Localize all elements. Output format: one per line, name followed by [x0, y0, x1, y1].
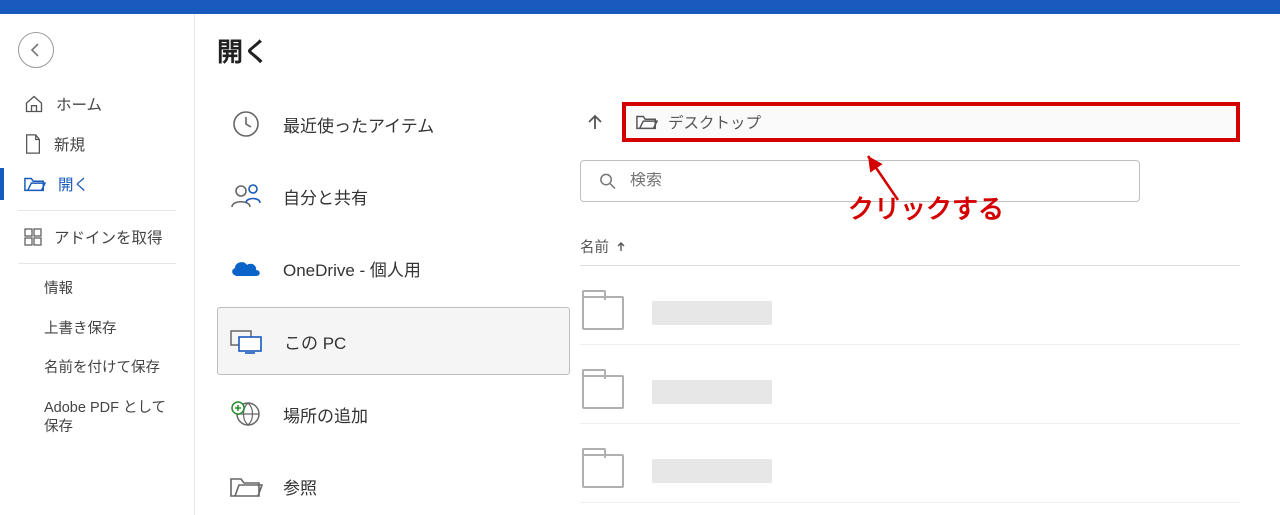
file-name-redacted [652, 301, 772, 325]
location-label: この PC [284, 329, 346, 354]
folder-icon [582, 375, 624, 409]
list-item[interactable] [580, 454, 1240, 503]
location-label: 最近使ったアイテム [283, 112, 434, 137]
home-icon [24, 94, 44, 114]
sidebar-sub-save[interactable]: 上書き保存 [0, 310, 194, 350]
column-header-name[interactable]: 名前 [580, 236, 1240, 266]
search-input[interactable] [630, 172, 1121, 190]
column-header-label: 名前 [580, 236, 609, 257]
sidebar-item-home[interactable]: ホーム [0, 84, 194, 124]
location-onedrive[interactable]: OneDrive - 個人用 [217, 235, 570, 301]
search-box[interactable] [580, 160, 1140, 202]
locations-panel: 開く 最近使ったアイテム 自分と共有 OneDrive - 個人用 [195, 14, 580, 515]
folder-open-icon [636, 113, 658, 131]
thispc-icon [228, 322, 266, 360]
list-item[interactable] [580, 296, 1240, 345]
onedrive-icon [227, 249, 265, 287]
up-arrow-icon [585, 112, 605, 132]
location-recent[interactable]: 最近使ったアイテム [217, 91, 570, 157]
sidebar-item-label: 開く [58, 173, 89, 195]
location-addplace[interactable]: 場所の追加 [217, 381, 570, 447]
location-thispc[interactable]: この PC [217, 307, 570, 375]
sidebar-sub-saveas[interactable]: 名前を付けて保存 [0, 349, 194, 389]
location-label: OneDrive - 個人用 [283, 256, 421, 281]
back-button[interactable] [18, 32, 54, 68]
backstage-sidebar: ホーム 新規 開く アドインを取得 情報 上書き保存 名前を付けて保存 Adob… [0, 14, 195, 515]
sidebar-item-label: 新規 [54, 133, 85, 155]
new-icon [24, 134, 42, 154]
file-area: デスクトップ 名前 [580, 14, 1280, 515]
path-current-label: デスクトップ [668, 111, 761, 133]
page-title: 開く [217, 32, 570, 69]
folder-icon [582, 296, 624, 330]
sidebar-item-new[interactable]: 新規 [0, 124, 194, 164]
sidebar-divider [18, 263, 176, 264]
browse-icon [227, 467, 265, 505]
sidebar-item-label: アドインを取得 [54, 226, 163, 248]
file-name-redacted [652, 459, 772, 483]
title-bar [0, 0, 1280, 14]
path-up-button[interactable] [580, 107, 610, 137]
addin-icon [24, 228, 42, 246]
sidebar-item-label: ホーム [56, 93, 102, 115]
location-label: 自分と共有 [283, 184, 368, 209]
location-label: 場所の追加 [283, 402, 368, 427]
search-icon [599, 172, 616, 190]
location-label: 参照 [283, 474, 317, 499]
sidebar-sub-adobepdf[interactable]: Adobe PDF として保存 [0, 389, 194, 448]
addplace-icon [227, 395, 265, 433]
file-list [580, 296, 1240, 503]
sidebar-sub-info[interactable]: 情報 [0, 270, 194, 310]
shared-icon [227, 177, 265, 215]
sidebar-item-open[interactable]: 開く [0, 164, 194, 204]
open-icon [24, 175, 46, 193]
back-arrow-icon [28, 42, 44, 58]
file-name-redacted [652, 380, 772, 404]
sidebar-divider [18, 210, 176, 211]
sort-asc-icon [615, 241, 627, 253]
list-item[interactable] [580, 375, 1240, 424]
path-dropdown[interactable]: デスクトップ [622, 102, 1240, 142]
location-browse[interactable]: 参照 [217, 453, 570, 515]
recent-icon [227, 105, 265, 143]
folder-icon [582, 454, 624, 488]
sidebar-item-addins[interactable]: アドインを取得 [0, 217, 194, 257]
location-shared[interactable]: 自分と共有 [217, 163, 570, 229]
